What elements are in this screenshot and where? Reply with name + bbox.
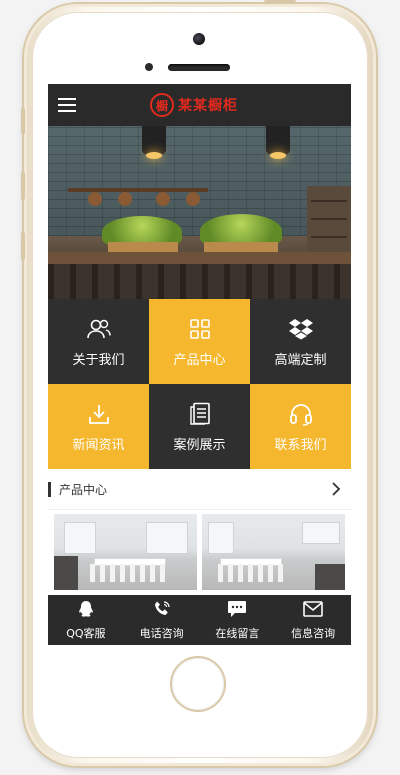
section-accent-bar	[48, 481, 51, 497]
product-image[interactable]	[202, 514, 345, 590]
chat-icon	[227, 599, 247, 619]
download-icon	[88, 400, 110, 428]
grid-item-contact[interactable]: 联系我们	[250, 384, 351, 469]
phone-icon	[153, 599, 171, 619]
grid-label: 产品中心	[173, 352, 226, 368]
window	[64, 522, 96, 554]
tab-info[interactable]: 信息咨询	[275, 595, 351, 645]
hamburger-menu-icon[interactable]	[58, 98, 76, 112]
nav-grid: 关于我们 产品中心 高端定制 新闻资讯 案例展示 联系我们	[48, 299, 351, 469]
tab-label: 信息咨询	[291, 627, 336, 640]
mail-icon	[303, 599, 323, 619]
grid-item-custom[interactable]: 高端定制	[250, 299, 351, 384]
tab-qq-service[interactable]: QQ客服	[48, 595, 124, 645]
logo-emblem: 橱	[150, 93, 174, 117]
site-logo[interactable]: 橱 某某橱柜	[150, 92, 238, 118]
chairs	[90, 564, 170, 582]
dining-table	[48, 252, 351, 264]
chairs	[218, 564, 284, 582]
window	[208, 522, 234, 554]
hanging-pot	[88, 192, 102, 206]
users-icon	[86, 315, 112, 343]
volume-up-button	[21, 172, 25, 200]
home-button[interactable]	[170, 656, 226, 712]
bottom-tab-bar: QQ客服 电话咨询 在线留言 信息咨询	[48, 595, 351, 645]
tab-phone[interactable]: 电话咨询	[124, 595, 200, 645]
top-header: 橱 某某橱柜	[48, 84, 351, 126]
window	[146, 522, 188, 554]
tab-label: QQ客服	[66, 627, 106, 640]
products-section-header[interactable]: 产品中心	[48, 469, 351, 510]
proximity-sensor	[145, 63, 153, 71]
grid-label: 关于我们	[72, 352, 125, 368]
product-image[interactable]	[54, 514, 197, 590]
chevron-right-icon[interactable]	[331, 481, 341, 500]
earpiece-speaker	[168, 64, 230, 71]
hanging-pot	[118, 192, 132, 206]
phone-screen: 橱 某某橱柜 关于我们 产品中心 高端定制 新闻资讯 案例展示 联系我们 产品中…	[48, 84, 351, 645]
window	[302, 522, 340, 544]
cabinet	[54, 556, 78, 590]
mute-switch	[21, 108, 25, 134]
grid-item-about[interactable]: 关于我们	[48, 299, 149, 384]
pendant-lamp	[266, 126, 290, 159]
document-icon	[189, 400, 211, 428]
grid-label: 高端定制	[274, 352, 327, 368]
pendant-lamp	[142, 126, 166, 159]
qq-icon	[78, 599, 94, 619]
grid-item-news[interactable]: 新闻资讯	[48, 384, 149, 469]
hanging-pot	[156, 192, 170, 206]
product-list	[48, 510, 351, 590]
grid-label: 案例展示	[173, 437, 226, 453]
tab-message[interactable]: 在线留言	[200, 595, 276, 645]
section-title: 产品中心	[59, 482, 108, 497]
tab-label: 电话咨询	[139, 627, 184, 640]
logo-text: 某某橱柜	[178, 98, 238, 114]
counter	[315, 564, 345, 590]
kitchen-cabinet	[307, 186, 351, 256]
headset-icon	[289, 400, 313, 428]
dropbox-icon	[288, 315, 313, 343]
front-camera	[193, 33, 205, 45]
grid-icon	[189, 315, 211, 343]
table-legs	[48, 264, 351, 299]
hero-banner-image[interactable]	[48, 126, 351, 299]
tab-label: 在线留言	[215, 627, 260, 640]
pot-rack	[68, 188, 208, 192]
grid-item-cases[interactable]: 案例展示	[149, 384, 250, 469]
volume-down-button	[21, 232, 25, 260]
brick-wall	[48, 126, 351, 236]
hanging-pot	[186, 192, 200, 206]
power-button	[264, 0, 296, 4]
grid-label: 新闻资讯	[72, 437, 125, 453]
grid-label: 联系我们	[274, 437, 327, 453]
grid-item-products[interactable]: 产品中心	[149, 299, 250, 384]
